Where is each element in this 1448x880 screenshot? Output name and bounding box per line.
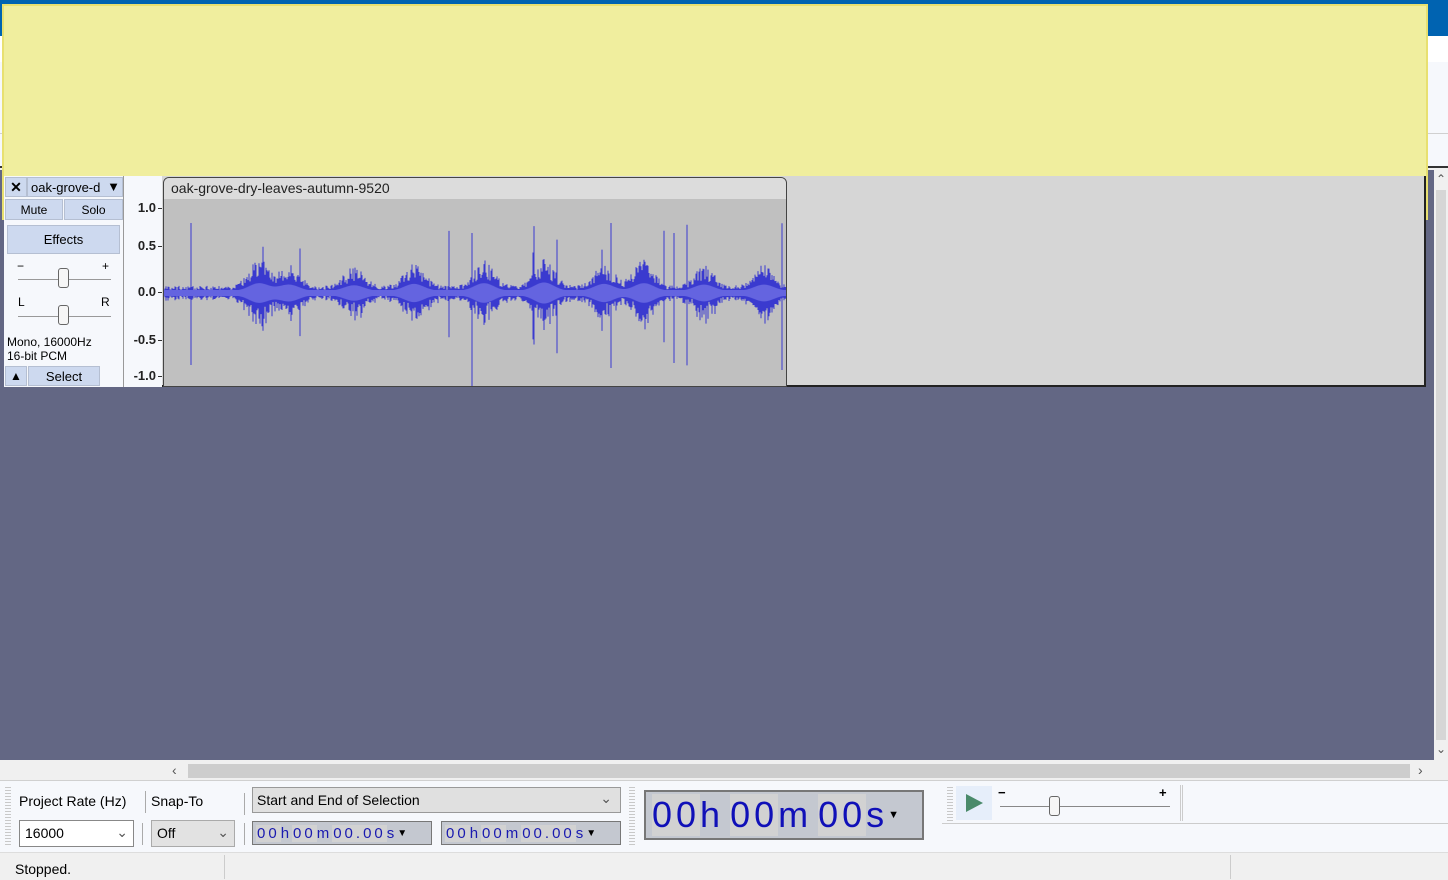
audio-position-time-display[interactable]: 00 h 00 m 00 s ▼ bbox=[644, 790, 924, 840]
dropdown-triangle-icon: ▼ bbox=[586, 827, 597, 839]
solo-button[interactable]: Solo bbox=[64, 199, 123, 220]
amplitude-label: 0.0 bbox=[137, 284, 156, 299]
divider bbox=[145, 791, 146, 813]
status-bar: Stopped. bbox=[0, 852, 1448, 880]
start-seconds: 00.00 bbox=[332, 824, 387, 842]
track-name: oak-grove-d bbox=[31, 180, 101, 195]
amplitude-ruler[interactable]: 1.0 0.5 0.0 -0.5 -1.0 bbox=[124, 176, 162, 387]
hours-unit: h bbox=[700, 794, 725, 835]
amplitude-label: -0.5 bbox=[133, 332, 156, 347]
speed-plus-label: + bbox=[1159, 785, 1167, 800]
divider bbox=[1180, 785, 1183, 821]
speed-slider-track bbox=[1000, 806, 1170, 807]
horizontal-scroll-thumb[interactable] bbox=[188, 764, 1410, 778]
scroll-right-icon[interactable]: › bbox=[1418, 762, 1432, 780]
snap-to-select[interactable]: Off ⌄ bbox=[151, 820, 235, 847]
audio-clip[interactable]: oak-grove-dry-leaves-autumn-9520 bbox=[163, 177, 787, 387]
scroll-down-icon[interactable]: ⌄ bbox=[1434, 742, 1448, 758]
end-hours: 00 bbox=[445, 824, 470, 842]
chevron-down-icon: ⌄ bbox=[217, 824, 229, 840]
selection-start-time[interactable]: 00 h 00 m 00.00 s ▼ bbox=[252, 821, 432, 845]
status-text: Stopped. bbox=[15, 861, 72, 877]
selection-end-time[interactable]: 00 h 00 m 00.00 s ▼ bbox=[441, 821, 621, 845]
time-minutes: 00 bbox=[730, 794, 779, 836]
mute-button[interactable]: Mute bbox=[5, 199, 63, 220]
selection-mode-value: Start and End of Selection bbox=[257, 792, 420, 808]
track-bit-depth: 16-bit PCM bbox=[7, 349, 68, 363]
waveform bbox=[164, 223, 786, 386]
time-hours: 00 bbox=[652, 794, 701, 836]
horizontal-scrollbar[interactable]: ‹ › bbox=[170, 762, 1434, 780]
end-seconds: 00.00 bbox=[521, 824, 576, 842]
play-icon bbox=[966, 794, 983, 812]
track-info: Mono, 16000Hz 16-bit PCM bbox=[7, 335, 92, 363]
vertical-scroll-thumb[interactable] bbox=[1436, 190, 1446, 740]
amplitude-label: -1.0 bbox=[133, 368, 156, 383]
triangle-up-icon: ▲ bbox=[10, 369, 22, 383]
play-speed-slider[interactable] bbox=[1049, 796, 1060, 816]
amplitude-label: 0.5 bbox=[137, 238, 156, 253]
clip-name: oak-grove-dry-leaves-autumn-9520 bbox=[171, 180, 390, 196]
seconds-unit: s bbox=[866, 794, 889, 835]
track-control-panel: ✕ oak-grove-d ▼ Mute Solo Effects − + L … bbox=[4, 176, 124, 387]
track-format: Mono, 16000Hz bbox=[7, 335, 92, 349]
project-rate-value: 16000 bbox=[25, 825, 64, 841]
chevron-down-icon: ⌄ bbox=[600, 790, 612, 806]
divider bbox=[244, 823, 245, 845]
divider bbox=[942, 823, 1448, 824]
select-track-button[interactable]: Select bbox=[28, 366, 100, 386]
close-track-button[interactable]: ✕ bbox=[5, 177, 27, 197]
pan-right-label: R bbox=[101, 295, 110, 309]
clip-title-bar[interactable]: oak-grove-dry-leaves-autumn-9520 bbox=[164, 178, 786, 199]
end-minutes: 00 bbox=[481, 824, 506, 842]
snap-to-label: Snap-To bbox=[151, 793, 204, 809]
dropdown-triangle-icon: ▼ bbox=[888, 809, 900, 821]
selection-toolbar-grip[interactable] bbox=[4, 787, 12, 847]
collapse-track-button[interactable]: ▲ bbox=[5, 366, 27, 386]
pan-left-label: L bbox=[18, 295, 25, 309]
project-rate-select[interactable]: 16000 ⌄ bbox=[19, 820, 134, 847]
divider bbox=[224, 855, 225, 879]
chevron-down-icon: ⌄ bbox=[116, 824, 128, 840]
scroll-up-icon[interactable]: ⌃ bbox=[1434, 172, 1448, 188]
start-minutes: 00 bbox=[292, 824, 317, 842]
play-at-speed-button[interactable] bbox=[956, 786, 992, 820]
minutes-unit: m bbox=[778, 794, 813, 835]
divider bbox=[142, 823, 143, 845]
speed-minus-label: − bbox=[998, 785, 1006, 800]
time-toolbar-grip[interactable] bbox=[628, 787, 636, 847]
start-hours: 00 bbox=[256, 824, 281, 842]
amplitude-label: 1.0 bbox=[137, 200, 156, 215]
project-rate-label: Project Rate (Hz) bbox=[19, 793, 127, 809]
vertical-scrollbar[interactable]: ⌃ ⌄ bbox=[1434, 170, 1448, 760]
dropdown-triangle-icon: ▼ bbox=[107, 179, 120, 194]
close-icon: ✕ bbox=[10, 178, 22, 195]
effects-button[interactable]: Effects bbox=[7, 225, 120, 254]
dropdown-triangle-icon: ▼ bbox=[397, 827, 408, 839]
gain-minus-label: − bbox=[17, 259, 25, 273]
pan-slider[interactable] bbox=[58, 305, 69, 325]
gain-slider[interactable] bbox=[58, 268, 69, 288]
divider bbox=[1230, 855, 1231, 879]
divider bbox=[244, 793, 245, 815]
snap-to-value: Off bbox=[157, 825, 176, 841]
time-seconds: 00 bbox=[818, 794, 867, 836]
selection-mode-select[interactable]: Start and End of Selection ⌄ bbox=[252, 787, 621, 813]
scroll-left-icon[interactable]: ‹ bbox=[172, 762, 186, 780]
waveform-peaks bbox=[164, 223, 786, 386]
play-at-speed-grip[interactable] bbox=[946, 787, 954, 821]
gain-plus-label: + bbox=[102, 259, 110, 273]
track-menu-button[interactable]: oak-grove-d ▼ bbox=[27, 177, 123, 197]
